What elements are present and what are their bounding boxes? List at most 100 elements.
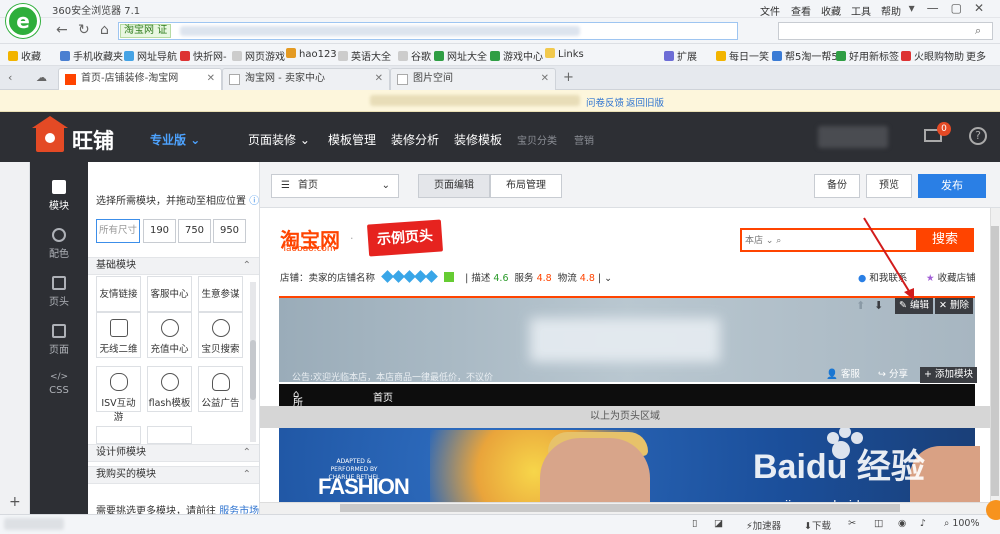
tab-layout-manage[interactable]: 布局管理 <box>490 174 562 198</box>
bookmark-item[interactable]: 网址导航 <box>124 48 177 63</box>
module-qrcode[interactable]: 无线二维 <box>96 312 141 358</box>
bookmark-item[interactable]: 好用新标签 <box>836 48 899 63</box>
module-item-search[interactable]: 宝贝搜索 <box>198 312 243 358</box>
module-partial[interactable] <box>147 426 192 444</box>
size-750[interactable]: 750 <box>178 219 211 243</box>
sidenav-css[interactable]: </> CSS <box>30 372 88 396</box>
module-isv-game[interactable]: ISV互动游 <box>96 366 141 423</box>
module-friend-links[interactable]: 友情链接 <box>96 276 141 312</box>
nav-template-manage[interactable]: 模板管理 <box>328 131 376 148</box>
bookmark-more[interactable]: 更多 <box>966 48 986 63</box>
bookmark-item[interactable]: 快折网- <box>180 48 227 63</box>
horizontal-scrollbar-thumb[interactable] <box>340 504 900 512</box>
menu-help[interactable]: 帮助 <box>881 3 901 18</box>
download-button[interactable]: ⬇下载 <box>804 518 831 532</box>
bookmark-item[interactable]: 英语大全 <box>338 48 391 63</box>
refresh-icon[interactable]: ↻ <box>78 22 90 38</box>
survey-link[interactable]: 问卷反馈 <box>586 95 624 109</box>
mobile-icon[interactable]: ▯ <box>692 518 697 529</box>
contact-me-link[interactable]: ● 和我联系 <box>858 270 907 284</box>
bookmark-item[interactable]: 每日一笑 <box>716 48 769 63</box>
share-link[interactable]: ↪ 分享 <box>878 366 908 380</box>
bookmark-item[interactable]: 谷歌 <box>398 48 431 63</box>
publish-button[interactable]: 发布 <box>918 174 986 198</box>
close-tab-icon[interactable]: ✕ <box>375 69 383 89</box>
module-scrollbar-thumb[interactable] <box>250 340 256 400</box>
bookmark-item[interactable]: 网址大全 <box>434 48 487 63</box>
section-basic-modules[interactable]: 基础模块 ⌃ <box>88 257 259 275</box>
store-search-button[interactable]: 搜索 <box>916 228 974 252</box>
module-recharge[interactable]: 充值中心 <box>147 312 192 358</box>
tab-back-icon[interactable]: ‹ <box>8 71 12 84</box>
nav-marketing[interactable]: 营销 <box>574 132 594 147</box>
bookmark-item[interactable]: hao123 <box>286 48 337 60</box>
module-service-center[interactable]: 客服中心 <box>147 276 192 312</box>
size-all[interactable]: 所有尺寸 <box>96 219 140 243</box>
zoom-level[interactable]: ⌕ 100% <box>944 518 980 529</box>
tab-page-edit[interactable]: 页面编辑 <box>418 174 490 198</box>
bookmark-item[interactable]: 收藏 <box>8 48 41 63</box>
size-190[interactable]: 190 <box>143 219 176 243</box>
tab-image-space[interactable]: 图片空间 ✕ <box>390 68 556 90</box>
nav-home[interactable]: 首页 <box>373 389 393 404</box>
page-selector[interactable]: ☰ 首页 ⌄ <box>271 174 399 198</box>
tab-store-decoration[interactable]: 首页-店铺装修-淘宝网 ✕ <box>58 68 222 90</box>
size-950[interactable]: 950 <box>213 219 246 243</box>
menu-favorites[interactable]: 收藏 <box>821 3 841 18</box>
bookmark-item[interactable]: 游戏中心 <box>490 48 543 63</box>
sidenav-page[interactable]: 页面 <box>30 324 88 356</box>
section-designer-modules[interactable]: 设计师模块 ⌃ <box>88 444 259 462</box>
home-icon[interactable]: ⌂ <box>100 22 109 38</box>
screenshot-icon[interactable]: ◫ <box>874 518 883 529</box>
edit-module-button[interactable]: ✎ 编辑 <box>895 298 933 314</box>
module-charity-ad[interactable]: 公益广告 <box>198 366 243 412</box>
module-business-advisor[interactable]: 生意参谋 <box>198 276 243 312</box>
menu-tools[interactable]: 工具 <box>851 3 871 18</box>
move-down-icon[interactable]: ⬇ <box>874 299 883 312</box>
search-icon[interactable]: ⌕ <box>975 24 981 38</box>
nav-item-category[interactable]: 宝贝分类 <box>517 132 557 147</box>
section-purchased-modules[interactable]: 我购买的模块 ⌃ <box>88 466 259 484</box>
nav-decoration-template[interactable]: 装修模板 <box>454 131 502 148</box>
bookmark-item[interactable]: 帮5淘一帮5 <box>772 48 838 63</box>
menu-file[interactable]: 文件 <box>760 3 780 18</box>
back-icon[interactable]: ← <box>56 22 68 38</box>
bookmark-item[interactable]: Links <box>545 48 584 60</box>
translate-icon[interactable]: ◪ <box>714 518 723 529</box>
module-flash-template[interactable]: flash模板 <box>147 366 192 412</box>
cert-badge[interactable]: 淘宝网 证 <box>120 24 172 38</box>
backup-button[interactable]: 备份 <box>814 174 860 198</box>
hint-help-icon[interactable]: ⓘ <box>249 196 259 207</box>
menu-view[interactable]: 查看 <box>791 3 811 18</box>
help-icon[interactable]: ? <box>969 127 987 145</box>
tab-seller-center[interactable]: 淘宝网 - 卖家中心 ✕ <box>222 68 390 90</box>
bookmark-item[interactable]: 扩展 <box>664 48 697 63</box>
old-version-link[interactable]: 返回旧版 <box>626 95 664 109</box>
bookmark-item[interactable]: 网页游戏 <box>232 48 285 63</box>
module-partial[interactable] <box>96 426 141 444</box>
page-scrollbar-thumb[interactable] <box>991 226 999 496</box>
sidenav-colors[interactable]: 配色 <box>30 228 88 260</box>
close-tab-icon[interactable]: ✕ <box>207 69 215 89</box>
sidenav-header[interactable]: 页头 <box>30 276 88 308</box>
sidenav-modules[interactable]: 模块 <box>30 180 88 212</box>
close-tab-icon[interactable]: ✕ <box>541 69 549 89</box>
volume-icon[interactable]: ♪ <box>920 518 926 529</box>
nav-page-decoration[interactable]: 页面装修 ⌄ <box>248 131 310 148</box>
accelerator-button[interactable]: ⚡加速器 <box>746 518 781 532</box>
preview-button[interactable]: 预览 <box>866 174 912 198</box>
delete-module-button[interactable]: ✕ 删除 <box>935 298 973 314</box>
account-name-blurred[interactable] <box>818 126 888 148</box>
search-scope[interactable]: 本店 ⌄ ⌕ <box>745 233 781 246</box>
sidebar-add-icon[interactable]: + <box>9 494 21 510</box>
browser-search-input[interactable] <box>778 22 993 40</box>
nav-all-categories[interactable]: 所有分类 ⌂ <box>293 389 303 454</box>
new-tab-icon[interactable]: + <box>563 70 574 85</box>
nav-decoration-analysis[interactable]: 装修分析 <box>391 131 439 148</box>
window-controls[interactable]: ▾—▢✕ <box>909 1 996 15</box>
customer-service-link[interactable]: 👤 客服 <box>826 366 860 380</box>
move-up-icon[interactable]: ⬆ <box>856 299 865 312</box>
sound-icon[interactable]: ◉ <box>898 518 906 529</box>
favorite-store-link[interactable]: ★ 收藏店铺 <box>926 270 976 284</box>
cloud-icon[interactable]: ☁ <box>36 71 47 84</box>
